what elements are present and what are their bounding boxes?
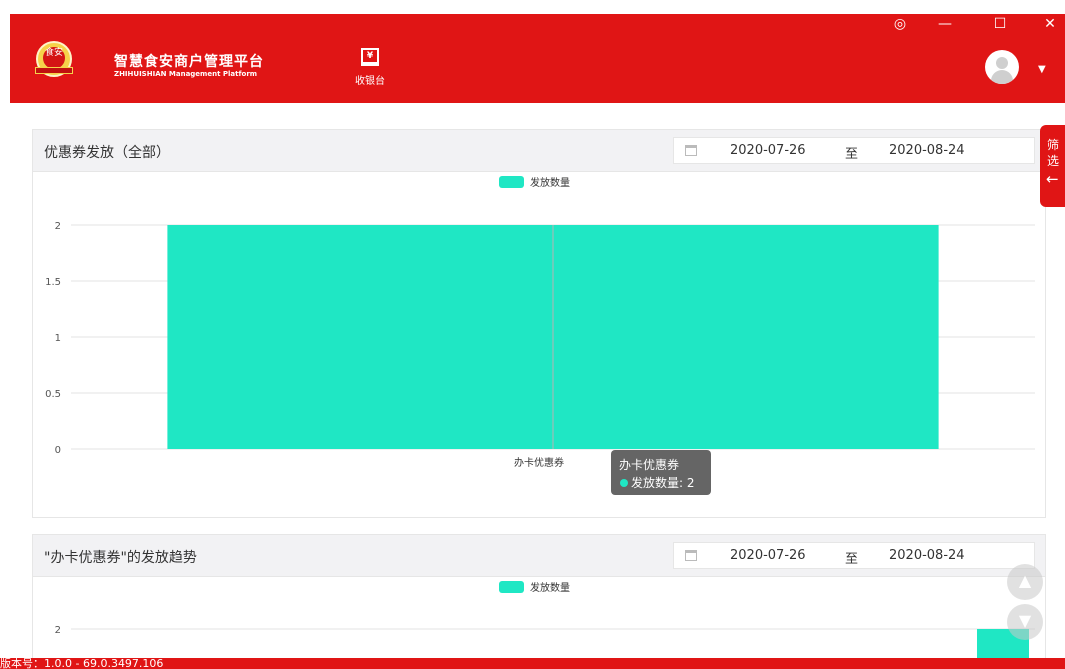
logo-ribbon xyxy=(35,67,73,74)
x-tick-label: 办卡优惠券 xyxy=(514,456,564,469)
footer-bar: 版本号：1.0.0 - 69.0.3497.106 xyxy=(0,657,1065,669)
date-start[interactable]: 2020-07-26 xyxy=(730,143,806,158)
version-text: 版本号：1.0.0 - 69.0.3497.106 xyxy=(0,657,164,669)
filter-label-2: 选 xyxy=(1047,154,1060,168)
panel-header: "办卡优惠券"的发放趋势 2020-07-26 至 2020-08-24 xyxy=(33,535,1045,577)
app-title: 智慧食安商户管理平台 xyxy=(114,54,264,70)
date-range-picker[interactable]: 2020-07-26 至 2020-08-24 xyxy=(673,542,1035,569)
maximize-icon[interactable]: ☐ xyxy=(990,16,1010,32)
legend-swatch xyxy=(499,581,524,593)
y-tick-label: 1 xyxy=(55,333,61,344)
cashier-label: 收银台 xyxy=(355,76,385,87)
close-icon[interactable]: ✕ xyxy=(1040,16,1060,32)
legend-swatch xyxy=(499,176,524,188)
y-tick-label: 1.5 xyxy=(45,277,61,288)
panel-title: "办卡优惠券"的发放趋势 xyxy=(44,550,197,566)
date-separator: 至 xyxy=(845,147,859,162)
cashier-icon: ¥ xyxy=(361,48,379,66)
coupon-issue-chart: 发放数量 0 0.5 1 1.5 2 办卡优惠券 办卡优惠券发放数量: 2 xyxy=(45,176,1035,495)
calendar-icon xyxy=(685,550,697,561)
logo: 食安 xyxy=(35,41,73,77)
y-tick-label: 0.5 xyxy=(45,389,61,400)
scroll-down-button[interactable]: ▼ xyxy=(1007,604,1043,640)
y-tick-label: 2 xyxy=(55,625,61,636)
scroll-up-button[interactable]: ▲ xyxy=(1007,564,1043,600)
cashier-button[interactable]: ¥ 收银台 xyxy=(347,46,393,90)
avatar[interactable] xyxy=(985,50,1019,84)
tooltip-title: 办卡优惠券 xyxy=(619,457,679,472)
coupon-trend-panel: "办卡优惠券"的发放趋势 2020-07-26 至 2020-08-24 发放数… xyxy=(32,534,1046,665)
coupon-issue-panel: 优惠券发放（全部） 2020-07-26 至 2020-08-24 发放数量 0 0… xyxy=(32,129,1046,518)
legend-label: 发放数量 xyxy=(530,581,570,594)
app-subtitle: ZHIHUISHIAN Management Platform xyxy=(114,70,258,78)
logo-emblem: 食安 xyxy=(43,47,65,69)
tooltip-value: 发放数量: 2 xyxy=(631,475,695,490)
y-tick-label: 2 xyxy=(55,221,61,232)
filter-label-1: 筛 xyxy=(1047,138,1060,152)
date-end[interactable]: 2020-08-24 xyxy=(889,143,965,158)
date-separator: 至 xyxy=(845,552,859,567)
arrow-left-icon: ← xyxy=(1046,170,1059,188)
settings-icon[interactable]: ◎ xyxy=(890,16,910,32)
coupon-trend-chart: 发放数量 2 xyxy=(55,581,1035,665)
chevron-down-icon[interactable]: ▼ xyxy=(1038,64,1046,75)
tooltip-dot xyxy=(620,479,628,487)
calendar-icon xyxy=(685,145,697,156)
y-tick-label: 0 xyxy=(55,445,61,456)
legend-label: 发放数量 xyxy=(530,176,570,189)
minimize-icon[interactable]: — xyxy=(935,16,955,32)
date-end[interactable]: 2020-08-24 xyxy=(889,548,965,563)
date-start[interactable]: 2020-07-26 xyxy=(730,548,806,563)
filter-tab[interactable]: 筛 选 ← xyxy=(1040,125,1065,207)
panel-header: 优惠券发放（全部） 2020-07-26 至 2020-08-24 xyxy=(33,130,1045,172)
panel-title: 优惠券发放（全部） xyxy=(44,145,170,161)
date-range-picker[interactable]: 2020-07-26 至 2020-08-24 xyxy=(673,137,1035,164)
app-header: 食安 智慧食安商户管理平台 ZHIHUISHIAN Management Pla… xyxy=(10,14,1065,103)
